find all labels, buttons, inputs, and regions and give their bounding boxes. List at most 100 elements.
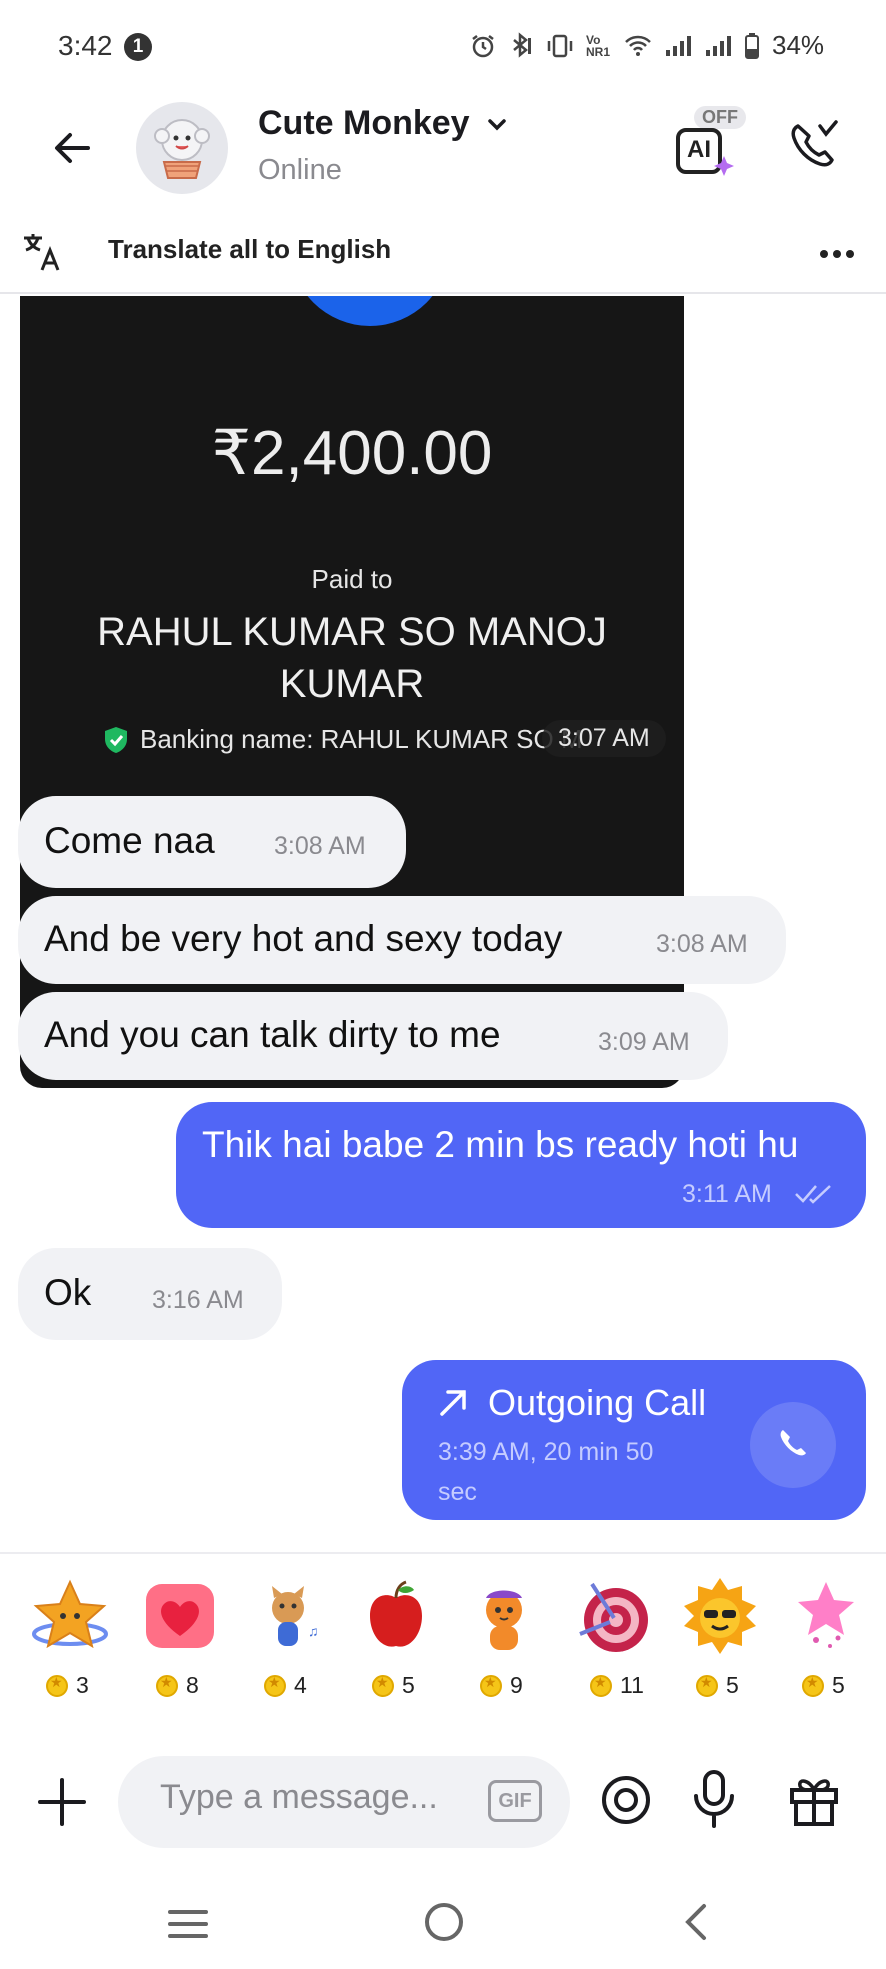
message-text: Ok xyxy=(44,1272,92,1313)
gift-item[interactable]: 5 xyxy=(346,1576,446,1706)
back-arrow-icon[interactable] xyxy=(44,120,100,176)
tiger-gift-icon xyxy=(486,1590,522,1650)
message-time: 3:09 AM xyxy=(598,1028,690,1056)
status-time: 3:42 xyxy=(58,30,113,61)
cat-gift-icon: ♫ xyxy=(272,1586,319,1646)
recents-icon[interactable] xyxy=(166,1904,210,1944)
gift-item[interactable]: 3 xyxy=(20,1576,120,1706)
coin-icon xyxy=(590,1674,612,1697)
message-text: And be very hot and sexy today xyxy=(44,918,563,959)
pink-star-gift-icon xyxy=(798,1582,854,1648)
target-gift-icon xyxy=(579,1582,648,1652)
battery-icon xyxy=(745,32,759,59)
translate-bar[interactable]: Translate all to English xyxy=(0,216,886,294)
more-options-icon[interactable] xyxy=(812,236,862,272)
paid-to-label: Paid to xyxy=(311,564,393,594)
camera-icon[interactable] xyxy=(598,1772,654,1828)
gift-cost-value: 4 xyxy=(294,1672,307,1698)
star-gift-icon xyxy=(32,1579,108,1649)
chat-screen: 3:42 1 Vo NR1 34% Cute Monkey Online OFF… xyxy=(0,0,886,1969)
payment-logo xyxy=(290,296,450,326)
message-bubble-incoming[interactable]: Ok 3:16 AM xyxy=(18,1248,282,1340)
gift-item[interactable]: 5 xyxy=(776,1576,876,1706)
payee-name: RAHUL KUMAR SO MANOJ KUMAR xyxy=(97,610,607,706)
status-bar: 3:42 1 Vo NR1 34% xyxy=(0,0,886,92)
gift-cost: 4 xyxy=(264,1672,307,1699)
message-field[interactable]: GIF xyxy=(118,1756,570,1848)
gift-item[interactable]: 8 xyxy=(130,1576,230,1706)
gift-cost-value: 9 xyxy=(510,1672,523,1698)
banking-name-row: Banking name: RAHUL KUMAR SO M xyxy=(102,724,583,755)
svg-text:♫: ♫ xyxy=(308,1623,319,1639)
gift-cost: 5 xyxy=(696,1672,739,1699)
sun-gift-icon xyxy=(684,1578,756,1654)
gift-cost-value: 5 xyxy=(402,1672,415,1698)
verified-shield-icon xyxy=(105,726,127,753)
gift-cost-value: 5 xyxy=(832,1672,845,1698)
read-receipt-icon xyxy=(795,1185,831,1204)
message-bubble-incoming[interactable]: Come naa 3:08 AM xyxy=(18,796,406,888)
gift-cost: 3 xyxy=(46,1672,89,1699)
coin-icon xyxy=(696,1674,718,1697)
payment-timestamp: 3:07 AM xyxy=(542,720,666,757)
avatar[interactable] xyxy=(136,102,228,194)
monkey-avatar-icon xyxy=(154,119,210,179)
message-text: Thik hai babe 2 min bs ready hoti hu xyxy=(202,1124,799,1165)
gift-item[interactable]: 11 xyxy=(564,1576,664,1706)
gift-item[interactable]: ♫ 4 xyxy=(238,1576,338,1706)
coin-icon xyxy=(46,1674,68,1697)
message-bubble-outgoing[interactable]: Thik hai babe 2 min bs ready hoti hu 3:1… xyxy=(176,1102,866,1228)
gift-cost: 9 xyxy=(480,1672,523,1699)
gift-cost: 5 xyxy=(802,1672,845,1699)
gift-cost-value: 5 xyxy=(726,1672,739,1698)
vibrate-icon xyxy=(547,34,573,57)
outgoing-arrow-icon xyxy=(440,1390,466,1416)
message-time: 3:08 AM xyxy=(274,832,366,860)
contact-name[interactable]: Cute Monkey xyxy=(258,104,470,143)
gift-tray: 3 8 ♫ 4 5 9 11 5 5 xyxy=(0,1552,886,1722)
call-again-button[interactable] xyxy=(750,1402,836,1488)
message-time: 3:08 AM xyxy=(656,930,748,958)
message-text: And you can talk dirty to me xyxy=(44,1014,501,1055)
gift-cost-value: 8 xyxy=(186,1672,199,1698)
chat-header: Cute Monkey Online OFF AI xyxy=(0,96,886,200)
status-icons: Vo NR1 34% xyxy=(470,30,824,61)
bluetooth-icon xyxy=(513,31,531,58)
apple-gift-icon xyxy=(370,1580,422,1647)
alarm-icon xyxy=(472,34,494,57)
system-nav-bar xyxy=(0,1880,886,1969)
message-time: 3:11 AM xyxy=(682,1180,772,1208)
gift-cost: 8 xyxy=(156,1672,199,1699)
translate-icon xyxy=(24,234,60,271)
call-log-bubble[interactable]: Outgoing Call 3:39 AM, 20 min 50 sec xyxy=(402,1360,866,1520)
gif-button[interactable]: GIF xyxy=(488,1780,542,1822)
heart-gift-icon xyxy=(146,1584,214,1648)
coin-icon xyxy=(802,1674,824,1697)
message-list[interactable]: ₹2,400.00 Paid to RAHUL KUMAR SO MANOJ K… xyxy=(0,296,886,1550)
message-text: Come naa xyxy=(44,820,215,861)
message-input[interactable] xyxy=(160,1778,460,1817)
chevron-down-icon[interactable] xyxy=(484,112,510,138)
message-time: 3:16 AM xyxy=(152,1286,244,1314)
plus-icon[interactable] xyxy=(34,1774,90,1830)
nav-back-icon[interactable] xyxy=(676,1900,716,1944)
gift-icon[interactable] xyxy=(786,1770,842,1828)
coin-icon xyxy=(156,1674,178,1697)
ai-toggle-button[interactable]: OFF AI xyxy=(672,106,748,182)
home-icon[interactable] xyxy=(422,1900,466,1944)
gift-cost: 5 xyxy=(372,1672,415,1699)
microphone-icon[interactable] xyxy=(686,1768,742,1830)
signal-icon xyxy=(666,35,691,56)
phone-call-icon[interactable] xyxy=(786,118,842,174)
gift-item[interactable]: 9 xyxy=(454,1576,554,1706)
gift-item[interactable]: 5 xyxy=(670,1576,770,1706)
gift-cost-value: 3 xyxy=(76,1672,89,1698)
gift-cost: 11 xyxy=(590,1672,644,1699)
translate-all-label[interactable]: Translate all to English xyxy=(108,234,391,265)
coin-icon xyxy=(264,1674,286,1697)
message-bubble-incoming[interactable]: And you can talk dirty to me 3:09 AM xyxy=(18,992,728,1080)
gift-cost-value: 11 xyxy=(620,1672,644,1698)
message-bubble-incoming[interactable]: And be very hot and sexy today 3:08 AM xyxy=(18,896,786,984)
wifi-icon xyxy=(625,35,651,56)
phone-icon xyxy=(780,1430,806,1456)
